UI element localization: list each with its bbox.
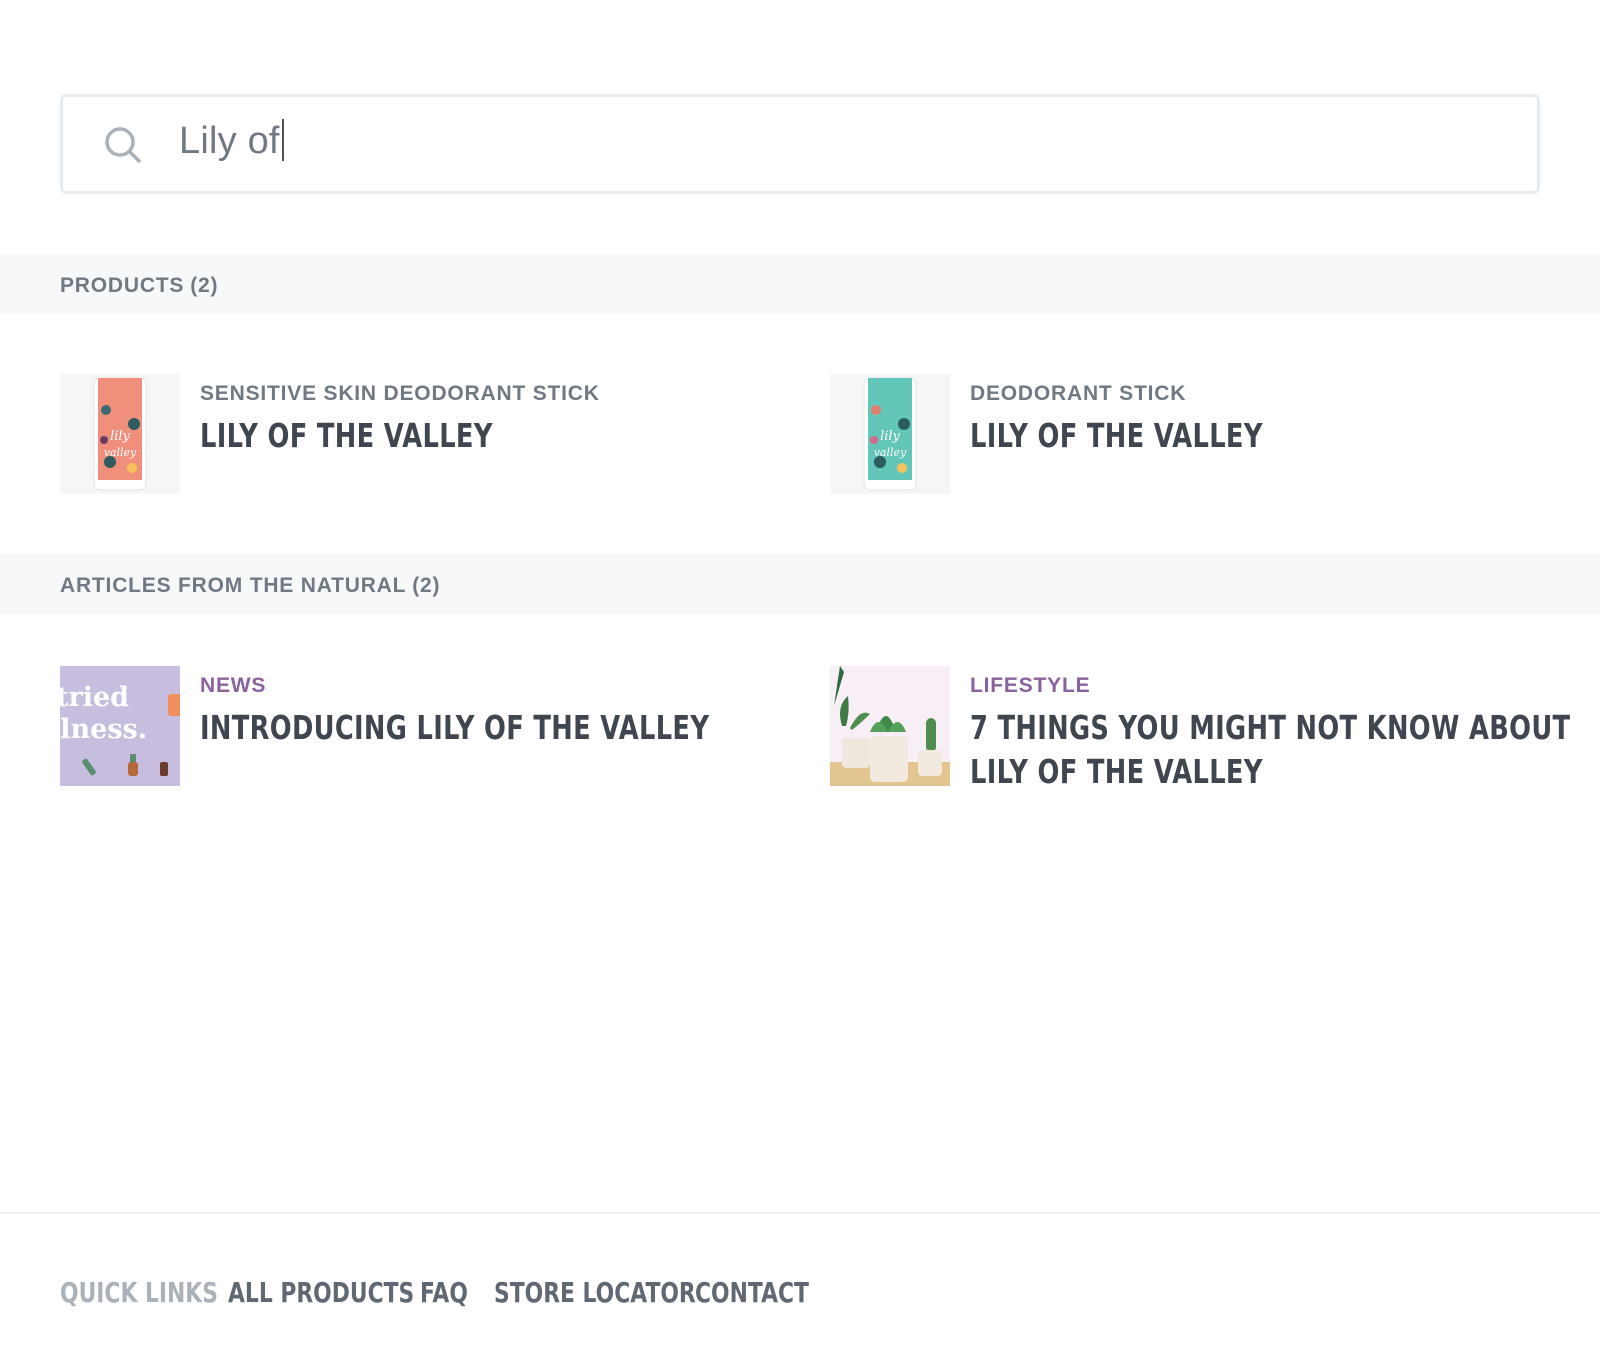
product-meta: SENSITIVE SKIN DEODORANT STICK LILY OF T…: [200, 382, 600, 458]
articles-section-header: ARTICLES FROM THE NATURAL (2): [0, 554, 1600, 614]
products-title-text: PRODUCTS: [60, 274, 185, 297]
article-title[interactable]: INTRODUCING LILY OF THE VALLEY: [200, 706, 709, 750]
article-meta: LIFESTYLE 7 THINGS YOU MIGHT NOT KNOW AB…: [970, 674, 1600, 794]
article-meta: NEWS INTRODUCING LILY OF THE VALLEY: [200, 674, 853, 750]
product-thumbnail[interactable]: lily valley: [60, 374, 180, 494]
footer-link-all-products[interactable]: ALL PRODUCTS: [228, 1276, 414, 1309]
product-thumbnail[interactable]: lily valley: [830, 374, 950, 494]
svg-text:lily: lily: [110, 429, 130, 444]
footer-link-faq[interactable]: FAQ: [420, 1276, 468, 1309]
article-result-2[interactable]: LIFESTYLE 7 THINGS YOU MIGHT NOT KNOW AB…: [830, 666, 1570, 816]
product-meta: DEODORANT STICK LILY OF THE VALLEY: [970, 382, 1345, 458]
search-input-value: Lily of: [179, 120, 280, 162]
footer-divider: [0, 1212, 1600, 1214]
quick-links-footer: QUICK LINKS ALL PRODUCTS FAQ STORE LOCAT…: [60, 1276, 815, 1309]
search-input[interactable]: Lily of: [179, 119, 284, 163]
products-section-header: PRODUCTS (2): [0, 254, 1600, 314]
product-name[interactable]: LILY OF THE VALLEY: [200, 414, 512, 458]
svg-text:lily: lily: [880, 429, 900, 444]
article-title-line-2[interactable]: LILY OF THE VALLEY: [970, 750, 1570, 794]
footer-link-store-locator[interactable]: STORE LOCATOR: [494, 1276, 696, 1309]
articles-count: (2): [412, 574, 441, 597]
search-icon: [105, 127, 141, 163]
product-result-1[interactable]: lily valley SENSITIVE SKIN DEODORANT STI…: [60, 374, 800, 494]
products-count: (2): [190, 274, 219, 297]
article-thumbnail[interactable]: [830, 666, 950, 786]
article-result-1[interactable]: tried llness. NEWS INTRODUCING LILY OF T…: [60, 666, 800, 786]
product-category: SENSITIVE SKIN DEODORANT STICK: [200, 382, 600, 405]
search-box[interactable]: Lily of: [60, 94, 1540, 194]
product-category: DEODORANT STICK: [970, 382, 1187, 405]
quick-links-label: QUICK LINKS: [60, 1276, 218, 1309]
article-category[interactable]: LIFESTYLE: [970, 674, 1600, 698]
product-result-2[interactable]: lily valley DEODORANT STICK LILY OF THE …: [830, 374, 1570, 494]
thumb-text-line-2: llness.: [60, 714, 147, 745]
article-category[interactable]: NEWS: [200, 674, 853, 698]
svg-text:valley: valley: [104, 446, 137, 459]
article-thumbnail[interactable]: tried llness.: [60, 666, 180, 786]
svg-text:valley: valley: [874, 446, 907, 459]
articles-section-title: ARTICLES FROM THE NATURAL (2): [60, 574, 440, 598]
articles-title-text: ARTICLES FROM THE NATURAL: [60, 574, 407, 597]
products-section-title: PRODUCTS (2): [60, 274, 218, 298]
product-name[interactable]: LILY OF THE VALLEY: [970, 414, 1263, 458]
article-title-line-1[interactable]: 7 THINGS YOU MIGHT NOT KNOW ABOUT: [970, 706, 1570, 750]
footer-link-contact[interactable]: CONTACT: [695, 1276, 809, 1309]
text-caret: [281, 119, 284, 161]
thumb-text-line-1: tried: [60, 682, 129, 713]
